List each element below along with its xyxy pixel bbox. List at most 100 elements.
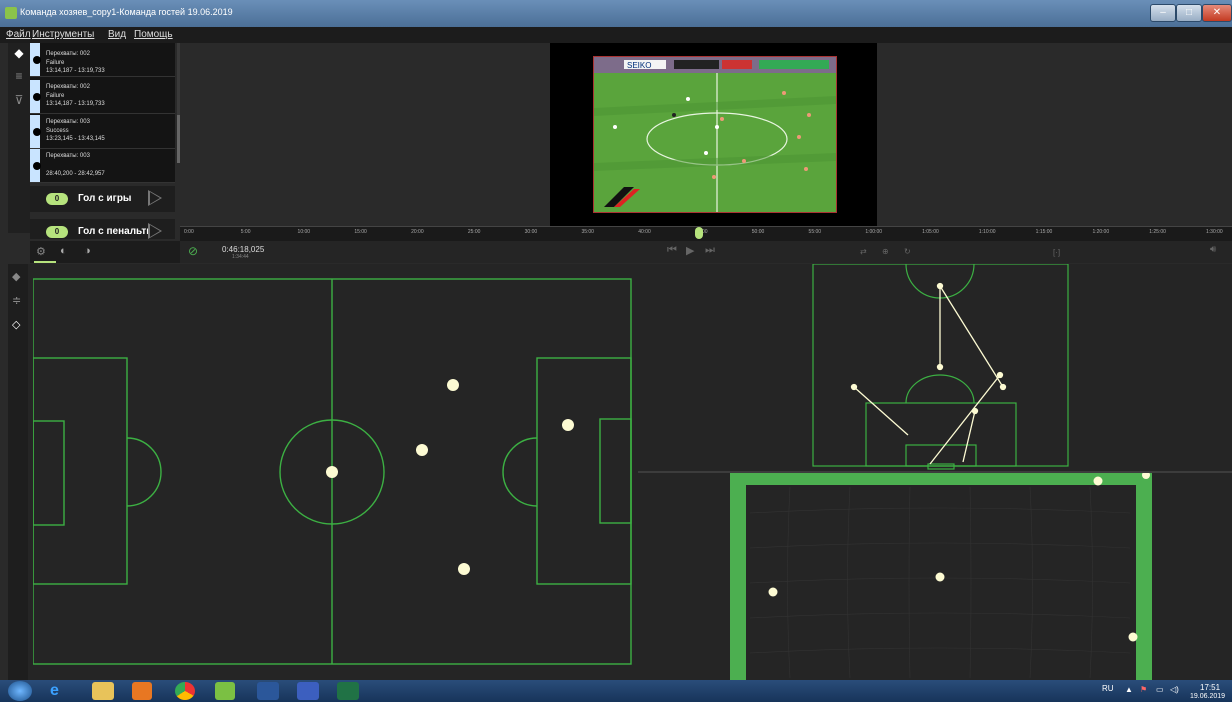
tag-icon[interactable]: ◆ <box>12 270 20 283</box>
filter-icon[interactable]: ⊽ <box>12 93 26 107</box>
close-icon: ✕ <box>1212 7 1222 18</box>
tag-icon[interactable]: ◆ <box>12 46 26 60</box>
play-button[interactable]: ▶ <box>686 244 694 257</box>
word-icon[interactable] <box>257 682 279 700</box>
chrome-icon[interactable] <box>175 682 195 700</box>
timeline-tick-label: 1:05:00 <box>922 229 939 235</box>
menu-view[interactable]: Вид <box>108 29 126 40</box>
timeline-tick-label: 1:15:00 <box>1035 229 1053 235</box>
full-pitch-map[interactable] <box>33 278 633 666</box>
fullscreen-icon[interactable]: [·] <box>1053 248 1060 257</box>
timeline-tick-label: 55:00 <box>808 229 822 235</box>
list-item[interactable]: Перехваты: 003 28:40,200 - 28:42,957 <box>30 149 175 183</box>
video-disabled-icon[interactable]: ⊘ <box>188 244 198 258</box>
menu-help[interactable]: Помощь <box>134 29 173 40</box>
timeline-tick-label: 5:00 <box>240 229 251 235</box>
app-icon[interactable] <box>215 682 235 700</box>
zoom-icon[interactable]: ⊕ <box>882 247 889 256</box>
settings-icon[interactable]: ⚙ <box>36 245 46 258</box>
window-title-bar[interactable]: Команда хозяев_copy1-Команда гостей 19.0… <box>0 0 1232 27</box>
event-title: Перехваты: 003 <box>46 119 90 125</box>
start-button[interactable] <box>8 681 32 701</box>
timeline-tick-label: 1:20:00 <box>1092 229 1110 235</box>
sliders-icon[interactable]: ≑ <box>12 294 21 307</box>
event-result: Success <box>46 128 69 134</box>
goal-frame-map[interactable] <box>730 473 1160 680</box>
list-item[interactable]: Перехваты: 002 Failure 13:14,187 - 13:19… <box>30 43 175 77</box>
half-pitch-map[interactable] <box>812 264 1070 470</box>
timeline-tick-label: 35:00 <box>581 229 594 235</box>
timeline-tick-label: 0:00 <box>184 229 194 235</box>
play-icon[interactable] <box>148 223 162 239</box>
timeline-tick-label: 40:00 <box>638 229 651 235</box>
timeline-tick-label: 30:00 <box>524 229 538 235</box>
file-explorer-icon[interactable] <box>92 682 114 700</box>
tray-expand-icon[interactable]: ▲ <box>1125 685 1133 694</box>
maximize-icon: □ <box>1185 7 1193 18</box>
timeline-playhead[interactable] <box>695 227 704 239</box>
menu-file[interactable]: Файл <box>6 29 31 40</box>
input-language[interactable]: RU <box>1102 684 1114 693</box>
volume-tray-icon[interactable]: ◁) <box>1170 685 1179 694</box>
save-icon[interactable] <box>297 682 319 700</box>
action-center-icon[interactable]: ⚑ <box>1140 685 1147 694</box>
excel-icon[interactable] <box>337 682 359 700</box>
video-frame-image: SEIKO <box>594 57 836 212</box>
timeline-tick-label: 10:00 <box>297 229 311 235</box>
loop-icon[interactable]: ↻ <box>904 247 911 256</box>
event-time: 13:14,187 - 13:19,733 <box>46 68 105 74</box>
video-frame[interactable]: SEIKO <box>593 56 837 213</box>
list-icon[interactable]: ≡ <box>12 69 26 83</box>
event-list: Перехваты: 002 Failure 13:14,187 - 13:19… <box>30 43 175 183</box>
list-item[interactable]: Перехваты: 002 Failure 13:14,187 - 13:19… <box>30 80 175 114</box>
speed-icon[interactable]: ⇄ <box>860 247 867 256</box>
list-item[interactable]: Перехваты: 003 Success 13:23,145 - 13:43… <box>30 115 175 149</box>
tag-outline-icon[interactable]: ◇ <box>12 318 20 331</box>
event-dot <box>33 56 41 64</box>
timeline-tick-label: 50:00 <box>751 229 765 235</box>
timeline[interactable]: 0:00 5:00 10:00 15:00 20:00 25:00 30:00 35:00 40… <box>180 226 1232 242</box>
maximize-button[interactable]: □ <box>1176 4 1202 22</box>
internet-explorer-icon[interactable]: e <box>50 682 78 700</box>
team-away-icon[interactable]: ◑ <box>84 245 91 257</box>
timeline-tick-label: 1:30:00 <box>1206 229 1223 235</box>
shortcut-count: 0 <box>46 226 68 238</box>
menu-bar: Файл Инструменты Вид Помощь <box>0 27 1232 43</box>
media-player-icon[interactable] <box>132 682 152 700</box>
analysis-side-tools: ◆ ≑ ◇ <box>8 264 28 680</box>
shortcut-label: Гол с пенальти <box>78 226 153 237</box>
ad-board-text: SEIKO <box>627 61 651 70</box>
event-dot <box>33 93 41 101</box>
menu-tools[interactable]: Инструменты <box>32 29 94 40</box>
timeline-tick-label: 1:25:00 <box>1149 229 1166 235</box>
event-title: Перехваты: 003 <box>46 153 90 159</box>
skip-back-icon[interactable]: ⏮ <box>667 244 677 257</box>
minimize-icon: – <box>1160 7 1166 18</box>
event-dot <box>33 162 41 170</box>
team-home-icon[interactable]: ◐ <box>60 245 67 257</box>
event-title: Перехваты: 002 <box>46 84 90 90</box>
shortcut-goal-penalty[interactable]: 0 Гол с пенальти <box>30 219 175 239</box>
close-button[interactable]: ✕ <box>1202 4 1232 22</box>
skip-forward-icon[interactable]: ⏭ <box>705 244 715 257</box>
event-time: 13:23,145 - 13:43,145 <box>46 136 105 142</box>
event-title: Перехваты: 002 <box>46 51 90 57</box>
event-list-scroll-thumb[interactable] <box>177 115 180 163</box>
window-title: Команда хозяев_copy1-Команда гостей 19.0… <box>20 7 233 17</box>
left-tool-strip: ◆ ≡ ⊽ <box>8 43 30 233</box>
network-icon[interactable]: ▭ <box>1156 685 1164 694</box>
event-time: 13:14,187 - 13:19,733 <box>46 101 105 107</box>
active-tab-indicator <box>34 261 56 263</box>
timeline-tick-label: 15:00 <box>354 229 367 235</box>
duration-timecode: 1:34:44 <box>232 254 249 260</box>
shortcut-goal-open-play[interactable]: 0 Гол с игры <box>30 186 175 212</box>
shortcut-label: Гол с игры <box>78 193 132 204</box>
list-view-toolbar: ⚙ ◐ ◑ <box>30 241 180 263</box>
volume-icon[interactable]: 🔊︎ <box>1210 244 1216 255</box>
play-icon[interactable] <box>148 190 162 206</box>
minimize-button[interactable]: – <box>1150 4 1176 22</box>
clock-date[interactable]: 19.06.2019 <box>1190 693 1225 700</box>
event-result: Failure <box>46 60 65 66</box>
clock-time[interactable]: 17:51 <box>1200 683 1220 692</box>
shortcut-count: 0 <box>46 193 68 205</box>
